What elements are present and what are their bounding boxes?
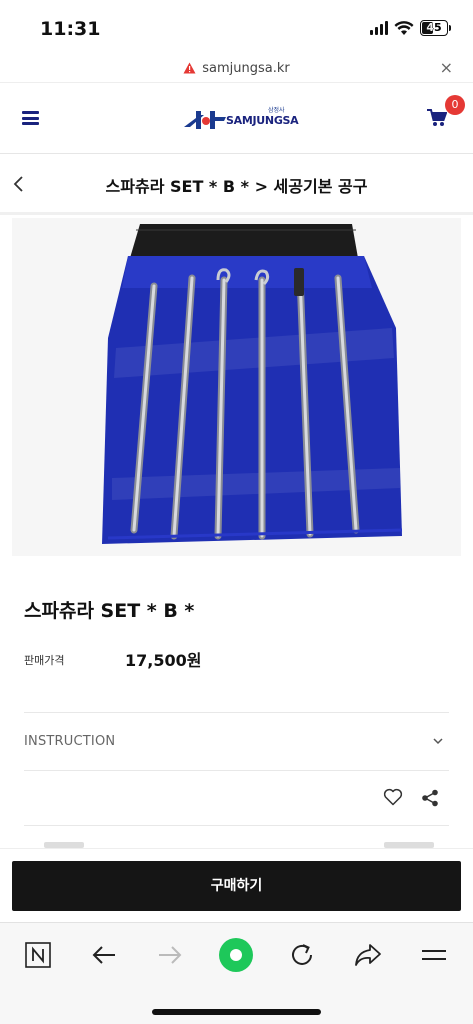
- product-image[interactable]: [12, 218, 461, 556]
- back-arrow-icon[interactable]: [88, 939, 120, 971]
- menu-hamburger-icon[interactable]: [22, 111, 39, 125]
- buy-bar: 구매하기: [0, 848, 473, 922]
- instruction-accordion[interactable]: INSTRUCTION: [24, 714, 449, 770]
- cart-count-badge: 0: [445, 95, 465, 115]
- wifi-icon: [394, 20, 414, 35]
- buy-button[interactable]: 구매하기: [12, 861, 461, 911]
- share-arrow-icon[interactable]: [352, 939, 384, 971]
- breadcrumb: 스파츄라 SET * B * > 세공기본 공구: [0, 155, 473, 215]
- price-value: 17,500원: [125, 651, 202, 670]
- status-icons: 45: [370, 20, 451, 36]
- product-name: 스파츄라 SET * B *: [24, 600, 195, 622]
- divider: [24, 712, 449, 713]
- logo-text: SAMJUNGSA: [226, 114, 299, 127]
- cart-icon[interactable]: [427, 109, 447, 127]
- green-dot-icon[interactable]: [218, 937, 254, 973]
- page-title: 스파츄라 SET * B * > 세공기본 공구: [105, 177, 368, 196]
- url-bar[interactable]: samjungsa.kr ×: [0, 56, 473, 80]
- price-label: 판매가격: [24, 654, 65, 667]
- warning-icon: [183, 62, 196, 74]
- chevron-down-icon[interactable]: [431, 734, 445, 748]
- home-indicator[interactable]: [152, 1009, 321, 1015]
- logo-mark-icon: [184, 111, 226, 129]
- status-time: 11:31: [40, 18, 101, 40]
- site-logo[interactable]: 삼정사 SAMJUNGSA: [182, 105, 299, 135]
- heart-icon[interactable]: [383, 788, 403, 806]
- forward-arrow-icon[interactable]: [154, 939, 186, 971]
- logo-korean-text: 삼정사: [268, 107, 285, 114]
- product-actions: [24, 772, 449, 824]
- battery-level: 45: [426, 21, 442, 34]
- cellular-signal-icon: [370, 21, 388, 35]
- naver-n-icon[interactable]: [22, 939, 54, 971]
- partially-hidden-row: [24, 826, 449, 848]
- share-icon[interactable]: [421, 789, 439, 807]
- reload-icon[interactable]: [286, 939, 318, 971]
- divider: [24, 770, 449, 771]
- url-text: samjungsa.kr: [202, 60, 290, 76]
- site-header: 삼정사 SAMJUNGSA 0: [0, 82, 473, 154]
- browser-toolbar: [0, 922, 473, 1024]
- menu-icon[interactable]: [418, 939, 450, 971]
- battery-icon: 45: [420, 20, 451, 36]
- spatula-set-illustration: [102, 224, 403, 544]
- instruction-label: INSTRUCTION: [24, 734, 116, 749]
- status-bar: 11:31 45: [0, 0, 473, 56]
- close-icon[interactable]: ×: [440, 58, 453, 77]
